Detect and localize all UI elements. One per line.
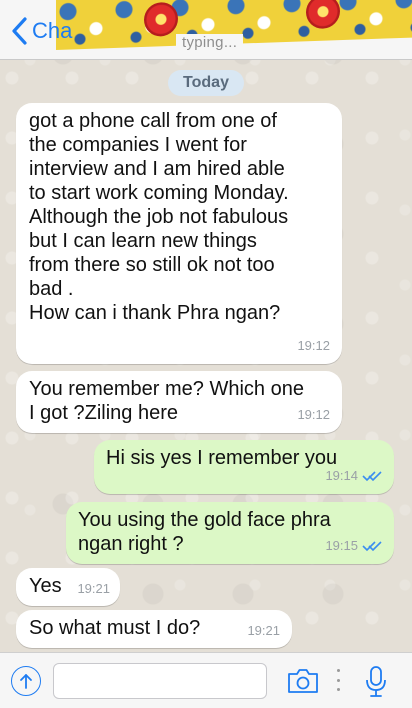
message-bubble-incoming[interactable]: So what must I do? 19:21 <box>16 610 292 648</box>
camera-button[interactable] <box>286 667 320 695</box>
date-separator: Today <box>168 70 244 96</box>
message-text: You remember me? Which one I got ?Ziling… <box>29 378 304 424</box>
message-input-bar <box>0 652 412 708</box>
message-time: 19:21 <box>247 623 280 638</box>
back-label: Cha <box>32 18 73 43</box>
microphone-icon <box>366 666 386 697</box>
typing-status: typing... <box>176 34 244 51</box>
message-text: So what must I do? <box>29 617 201 639</box>
flower-decoration <box>144 1 178 37</box>
share-icon <box>20 674 32 689</box>
message-time: 19:12 <box>297 407 330 422</box>
message-bubble-incoming[interactable]: Yes 19:21 <box>16 568 120 606</box>
message-bubble-incoming[interactable]: You remember me? Which one I got ?Ziling… <box>16 371 342 433</box>
message-time: 19:15 <box>325 538 358 553</box>
message-bubble-outgoing[interactable]: You using the gold face phra ngan right … <box>66 502 394 564</box>
double-check-icon <box>362 471 382 482</box>
message-bubble-outgoing[interactable]: Hi sis yes I remember you 19:14 <box>94 440 394 494</box>
message-input[interactable] <box>53 663 267 699</box>
share-button[interactable] <box>11 666 41 696</box>
microphone-button[interactable] <box>364 665 388 699</box>
chevron-left-icon <box>12 17 27 45</box>
message-time: 19:12 <box>297 338 330 353</box>
message-text: got a phone call from one of the compani… <box>29 110 289 324</box>
message-time: 19:21 <box>77 581 110 596</box>
double-check-icon <box>362 541 382 552</box>
back-button[interactable]: Cha <box>10 14 72 48</box>
message-time: 19:14 <box>325 468 358 483</box>
chat-header: Cha typing... <box>0 0 412 60</box>
separator-dots <box>336 669 340 691</box>
flower-decoration <box>306 0 340 30</box>
message-bubble-incoming[interactable]: got a phone call from one of the compani… <box>16 103 342 364</box>
camera-icon <box>288 669 318 693</box>
